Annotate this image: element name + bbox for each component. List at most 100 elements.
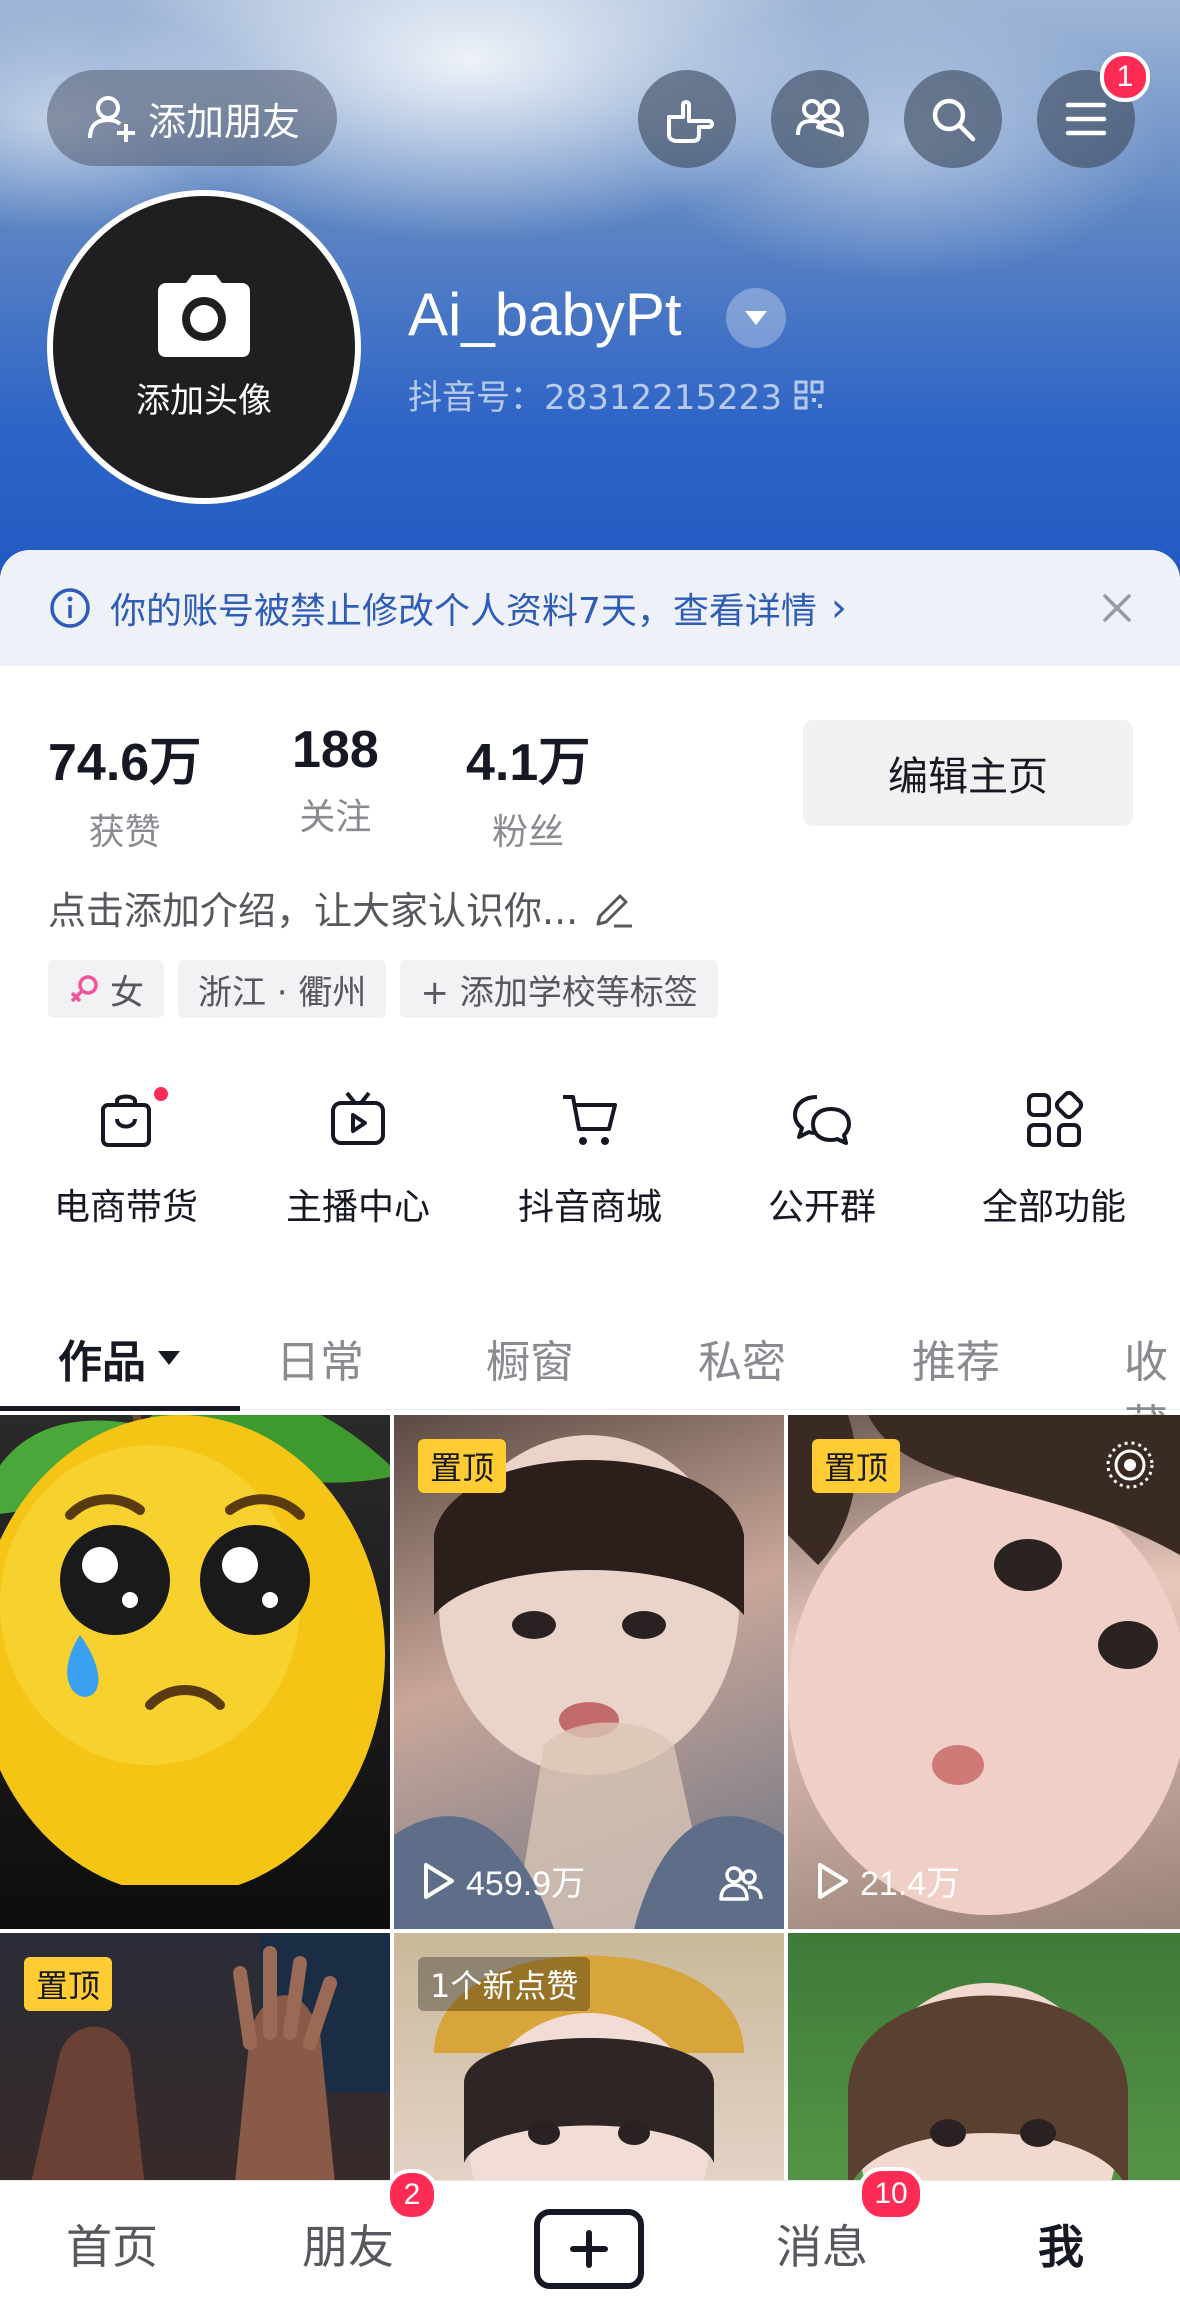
feature-streamer-center[interactable]: 主播中心 (248, 1080, 468, 1230)
followers-stat[interactable]: 4.1万 粉丝 (466, 720, 590, 855)
likes-stat[interactable]: 74.6万 获赞 (48, 720, 201, 855)
feature-mall-label: 抖音商城 (517, 1187, 662, 1228)
feature-mall[interactable]: 抖音商城 (480, 1080, 700, 1230)
plus-icon (570, 2230, 608, 2268)
messages-badge: 10 (858, 2167, 924, 2221)
play-count-text: 459.9万 (466, 1865, 586, 1903)
play-icon (818, 1862, 848, 1899)
notice-text: 你的账号被禁止修改个人资料7天，查看详情 (110, 591, 817, 632)
add-friend-button[interactable]: 添加朋友 (47, 70, 337, 166)
video-thumbnail[interactable]: 置顶 459.9万 (394, 1415, 784, 1929)
feature-ecommerce[interactable]: 电商带货 (16, 1080, 236, 1230)
bio-text: 点击添加介绍，让大家认识你... (48, 889, 579, 933)
feature-public-group[interactable]: 公开群 (712, 1080, 932, 1230)
video-thumbnail[interactable] (788, 1933, 1180, 2210)
play-count: 459.9万 (422, 1856, 585, 1905)
new-like-badge: 1个新点赞 (418, 1957, 591, 2011)
ecommerce-notification-dot (151, 1084, 171, 1104)
video-preview-image (848, 1983, 1128, 2210)
tv-play-icon (331, 1091, 385, 1145)
caret-down-icon (158, 1351, 180, 1365)
two-users-icon (796, 99, 844, 137)
gender-label: 女 (110, 972, 144, 1013)
followers-count: 4.1万 (466, 734, 591, 792)
add-avatar-button[interactable]: 添加头像 (47, 190, 361, 504)
female-icon (70, 975, 98, 1003)
nav-home[interactable]: 首页 (66, 2211, 158, 2277)
nav-friends[interactable]: 朋友 (302, 2211, 394, 2277)
pinned-badge: 置顶 (418, 1439, 507, 1493)
restriction-notice[interactable]: 你的账号被禁止修改个人资料7天，查看详情 › (0, 550, 1180, 666)
likes-label: 获赞 (88, 812, 161, 853)
tab-works-label: 作品 (58, 1337, 146, 1388)
feature-ecommerce-label: 电商带货 (53, 1187, 198, 1228)
play-count: 21.4万 (816, 1856, 960, 1905)
location-tag[interactable]: 浙江 · 衢州 (178, 960, 387, 1018)
location-label: 浙江 · 衢州 (198, 972, 367, 1013)
chat-bubbles-icon (793, 1095, 851, 1145)
add-school-label: + 添加学校等标签 (420, 972, 698, 1013)
pencil-icon (596, 894, 633, 927)
tab-private[interactable]: 私密 (698, 1326, 786, 1390)
tab-daily-label: 日常 (276, 1337, 364, 1388)
tab-daily[interactable]: 日常 (276, 1326, 364, 1390)
tab-showcase-label: 橱窗 (486, 1337, 574, 1388)
qr-code-icon (794, 380, 824, 409)
following-stat[interactable]: 188 关注 (292, 720, 379, 840)
close-icon[interactable] (1099, 590, 1135, 626)
profile-header: 添加朋友 1 添加头像 Ai_babyPt 抖音号：28312215223 (0, 0, 1180, 600)
add-avatar-label: 添加头像 (136, 380, 272, 421)
menu-notification-badge: 1 (1100, 52, 1150, 102)
video-thumbnail[interactable]: 置顶 21.4万 (788, 1415, 1180, 1929)
feature-all-functions[interactable]: 全部功能 (944, 1080, 1164, 1230)
live-photo-icon (1106, 1441, 1154, 1489)
play-count-text: 21.4万 (860, 1865, 961, 1903)
content-tabs: 作品 日常 橱窗 私密 推荐 收藏 (0, 1300, 1180, 1452)
edit-profile-button[interactable]: 编辑主页 (803, 720, 1133, 826)
video-thumbnail[interactable]: 置顶 (0, 1933, 390, 2210)
account-switch-button[interactable] (726, 288, 786, 348)
camera-icon (158, 274, 250, 357)
feature-row: 电商带货 主播中心 抖音商城 公开群 全部功能 (0, 1080, 1180, 1250)
caret-down-icon (745, 311, 767, 325)
friends-visible-icon (719, 1866, 763, 1901)
play-icon (424, 1862, 454, 1899)
crying-lemon-sticker (0, 1415, 390, 1885)
gender-tag[interactable]: 女 (48, 960, 164, 1018)
feature-public-group-label: 公开群 (767, 1187, 876, 1228)
add-friend-label: 添加朋友 (147, 99, 300, 144)
info-icon (50, 588, 90, 628)
hamburger-menu-icon (1065, 102, 1107, 136)
bottom-navigation: 首页 朋友 2 消息 10 我 (0, 2167, 1180, 2308)
tab-recommend[interactable]: 推荐 (912, 1326, 1000, 1390)
video-thumbnail[interactable] (0, 1415, 390, 1929)
shopping-bag-icon (101, 1094, 151, 1147)
following-label: 关注 (299, 797, 372, 838)
create-post-button[interactable] (534, 2209, 644, 2289)
followers-label: 粉丝 (492, 812, 565, 853)
search-button[interactable] (904, 70, 1002, 168)
profile-card: 你的账号被禁止修改个人资料7天，查看详情 › 74.6万 获赞 188 关注 4… (0, 550, 1180, 2210)
grid-icon (1027, 1090, 1084, 1147)
nav-messages[interactable]: 消息 (776, 2211, 868, 2277)
tab-works[interactable]: 作品 (58, 1326, 182, 1390)
username: Ai_babyPt (408, 281, 682, 348)
add-school-tag[interactable]: + 添加学校等标签 (400, 960, 718, 1018)
search-icon (932, 98, 976, 142)
chevron-right-icon: › (830, 585, 847, 631)
douyin-id-text: 抖音号：28312215223 (408, 378, 782, 418)
pinned-badge: 置顶 (24, 1957, 113, 2011)
bio[interactable]: 点击添加介绍，让大家认识你... (48, 880, 636, 935)
add-user-icon (87, 96, 135, 142)
friends-badge: 2 (386, 2169, 438, 2221)
tab-private-label: 私密 (698, 1337, 786, 1388)
tab-showcase[interactable]: 橱窗 (486, 1326, 574, 1390)
nav-me[interactable]: 我 (1038, 2211, 1084, 2277)
douyin-id[interactable]: 抖音号：28312215223 (408, 370, 824, 419)
cart-icon (563, 1095, 617, 1145)
visitor-button[interactable] (638, 70, 736, 168)
friends-list-button[interactable] (771, 70, 869, 168)
pinned-badge: 置顶 (812, 1439, 901, 1493)
feature-all-functions-label: 全部功能 (981, 1187, 1126, 1228)
video-thumbnail[interactable]: 1个新点赞 (394, 1933, 784, 2210)
